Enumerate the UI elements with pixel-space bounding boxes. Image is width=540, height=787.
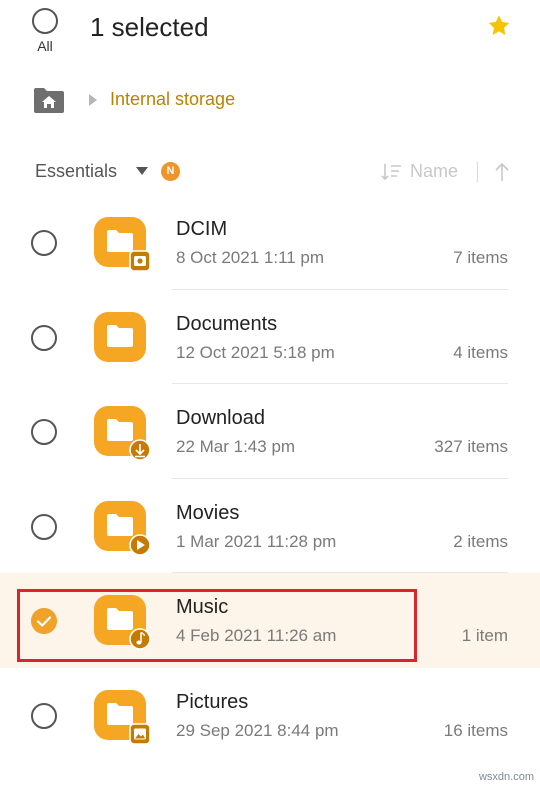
folder-icon xyxy=(94,406,151,461)
folder-icon xyxy=(94,217,151,272)
select-all-label: All xyxy=(37,38,53,54)
filter-dropdown-label[interactable]: Essentials xyxy=(35,161,117,182)
file-date: 1 Mar 2021 11:28 pm xyxy=(176,531,337,551)
home-folder-icon[interactable] xyxy=(33,86,65,114)
chevron-down-icon[interactable] xyxy=(136,166,148,176)
top-bar: All 1 selected xyxy=(0,0,540,70)
file-name: Documents xyxy=(176,312,278,335)
new-badge: N xyxy=(161,162,180,181)
list-item[interactable]: Documents 12 Oct 2021 5:18 pm 4 items xyxy=(0,290,540,384)
chevron-right-icon xyxy=(89,94,97,106)
file-name: Movies xyxy=(176,501,240,524)
star-icon[interactable] xyxy=(486,13,512,39)
file-date: 12 Oct 2021 5:18 pm xyxy=(176,342,335,362)
divider xyxy=(477,162,478,182)
list-item[interactable]: Pictures 29 Sep 2021 8:44 pm 16 items xyxy=(0,668,540,763)
download-icon xyxy=(129,439,151,461)
row-checkbox[interactable] xyxy=(31,230,57,256)
list-item[interactable]: Movies 1 Mar 2021 11:28 pm 2 items xyxy=(0,479,540,573)
file-date: 22 Mar 1:43 pm xyxy=(176,437,296,456)
folder-icon xyxy=(94,500,151,556)
file-date: 29 Sep 2021 8:44 pm xyxy=(176,720,339,740)
file-name: DCIM xyxy=(176,218,228,240)
image-icon xyxy=(129,722,151,745)
play-icon xyxy=(129,533,151,556)
sort-by-label[interactable]: Name xyxy=(410,161,458,182)
folder-icon xyxy=(94,311,146,362)
selection-highlight-box xyxy=(17,589,417,662)
item-count: 1 item xyxy=(461,626,508,645)
row-checkbox[interactable] xyxy=(31,419,57,445)
item-count: 2 items xyxy=(453,531,508,551)
list-item[interactable]: DCIM 8 Oct 2021 1:11 pm 7 items xyxy=(0,195,540,290)
row-checkbox[interactable] xyxy=(31,702,57,729)
row-checkbox[interactable] xyxy=(31,513,57,540)
watermark: wsxdn.com xyxy=(478,771,534,783)
camera-icon xyxy=(129,250,151,272)
row-checkbox[interactable] xyxy=(31,324,57,351)
item-count: 7 items xyxy=(453,248,508,267)
file-name: Download xyxy=(176,407,265,429)
file-date: 8 Oct 2021 1:11 pm xyxy=(176,248,325,267)
item-count: 4 items xyxy=(453,342,508,362)
select-all-checkbox[interactable] xyxy=(32,8,58,34)
list-item[interactable]: Download 22 Mar 1:43 pm 327 items xyxy=(0,384,540,479)
file-name: Pictures xyxy=(176,690,249,713)
arrow-up-icon[interactable] xyxy=(493,161,511,183)
select-all-control[interactable]: All xyxy=(26,8,64,54)
item-count: 327 items xyxy=(434,437,508,456)
sort-bar: Essentials N Name xyxy=(0,152,540,192)
sort-icon[interactable] xyxy=(380,162,402,182)
item-count: 16 items xyxy=(443,720,508,740)
folder-icon xyxy=(94,689,151,745)
breadcrumb: Internal storage xyxy=(0,82,540,122)
breadcrumb-internal-storage[interactable]: Internal storage xyxy=(110,89,235,110)
selection-count-title: 1 selected xyxy=(90,12,209,42)
